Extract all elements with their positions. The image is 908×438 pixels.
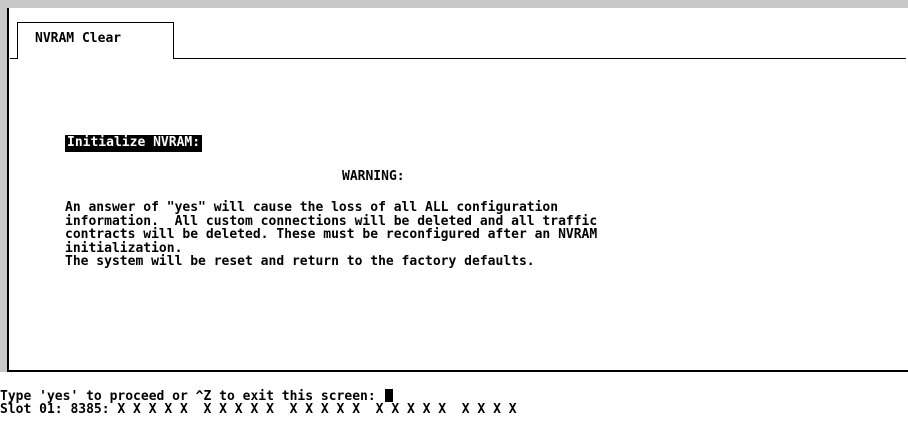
nvram-clear-panel [7,8,908,372]
text-cursor[interactable] [384,389,393,402]
warning-line: An answer of "yes" will cause the loss o… [65,200,559,215]
warning-line: information. All custom connections will… [65,213,598,229]
warning-line: The system will be reset and return to t… [65,254,535,269]
initialize-nvram-heading: Initialize NVRAM: [65,135,203,152]
tab-divider-right [173,58,906,59]
terminal-screen: NVRAM Clear Initialize NVRAM: WARNING: A… [0,0,908,438]
tab-nvram-clear-label: NVRAM Clear [35,31,122,46]
window-left-border [0,0,7,372]
warning-line: initialization. [65,240,183,256]
warning-line: contracts will be deleted. These must be… [65,227,598,242]
window-top-border [0,0,908,8]
warning-title: WARNING: [342,169,405,184]
slot-status-line: Slot 01: 8385: X X X X X X X X X X X X X… [0,402,517,417]
tab-nvram-clear[interactable]: NVRAM Clear [17,22,174,59]
warning-message: An answer of "yes" will cause the loss o… [65,201,865,269]
